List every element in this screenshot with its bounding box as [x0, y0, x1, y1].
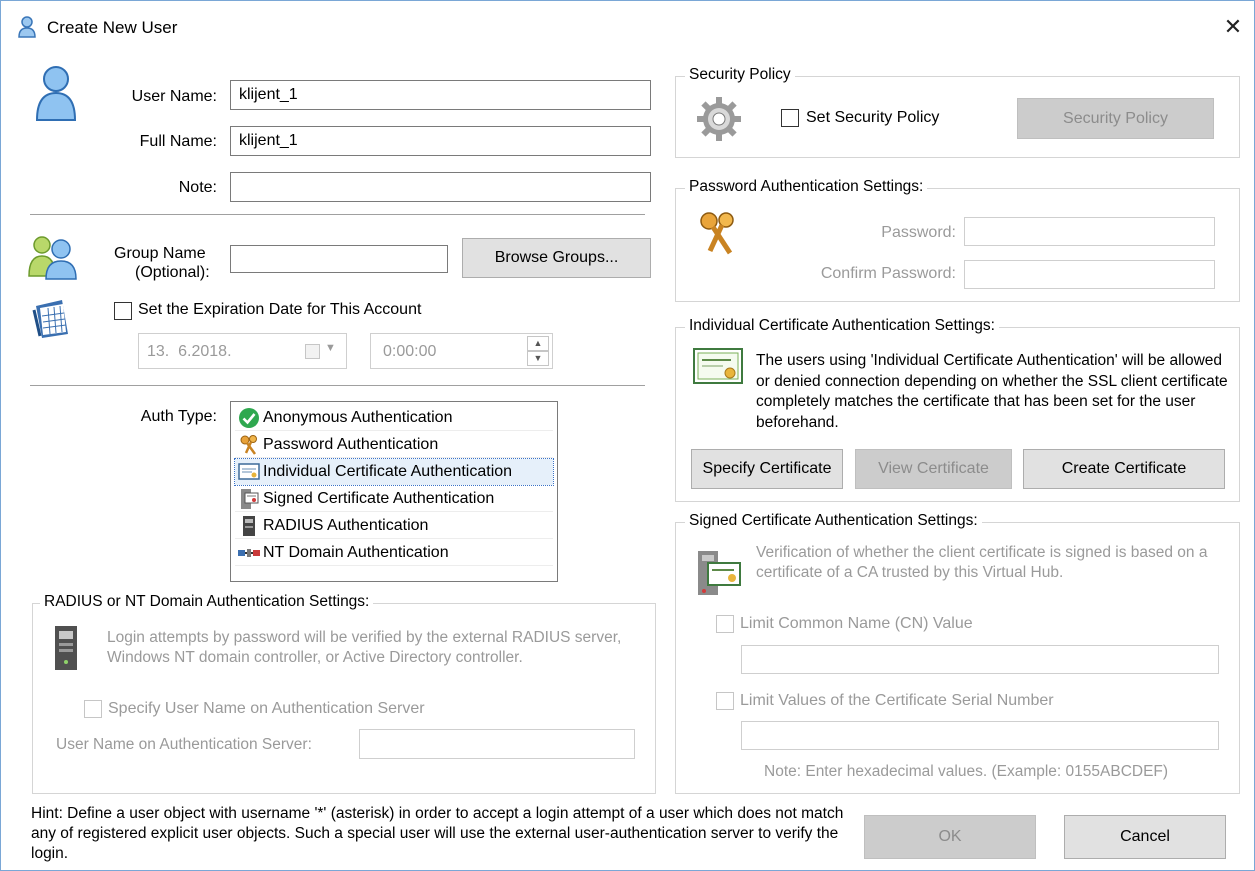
- full-name-input[interactable]: [230, 126, 651, 156]
- keys-icon: [237, 434, 261, 456]
- expiration-date-value: 13. 6.2018.: [147, 343, 232, 360]
- full-name-label: Full Name:: [139, 133, 217, 150]
- limit-serial-checkbox[interactable]: [716, 692, 734, 710]
- specify-certificate-button[interactable]: Specify Certificate: [691, 449, 843, 489]
- auth-option-radius[interactable]: RADIUS Authentication: [235, 513, 553, 539]
- auth-option-label: RADIUS Authentication: [263, 516, 429, 534]
- certificate-icon: [237, 461, 261, 483]
- expiration-time-picker[interactable]: 0:00:00 ▲ ▼: [370, 333, 553, 369]
- expiration-checkbox[interactable]: [114, 302, 132, 320]
- ok-button[interactable]: OK: [864, 815, 1036, 859]
- set-security-policy-label: Set Security Policy: [806, 109, 940, 126]
- group-optional-label: (Optional):: [135, 264, 210, 281]
- user-name-input[interactable]: [230, 80, 651, 110]
- gear-icon: [694, 96, 744, 142]
- security-policy-title: Security Policy: [685, 66, 795, 84]
- create-user-dialog: Create New User ✕ User Name: Full Name: …: [0, 0, 1255, 871]
- password-input[interactable]: [964, 217, 1215, 246]
- note-input[interactable]: [230, 172, 651, 202]
- separator: [30, 214, 645, 215]
- note-label: Note:: [178, 179, 217, 196]
- close-icon[interactable]: ✕: [1219, 13, 1247, 41]
- user-icon: [17, 15, 37, 39]
- auth-option-label: NT Domain Authentication: [263, 543, 449, 561]
- check-circle-icon: [237, 407, 261, 429]
- limit-serial-input[interactable]: [741, 721, 1219, 750]
- server-icon: [53, 625, 79, 671]
- chevron-down-icon: ▼: [325, 342, 336, 354]
- auth-option-signed-cert[interactable]: Signed Certificate Authentication: [235, 486, 553, 512]
- server-icon: [237, 515, 261, 537]
- signed-certificate-icon: [694, 549, 742, 597]
- hint-text: Hint: Define a user object with username…: [31, 805, 844, 862]
- specify-username-label: Specify User Name on Authentication Serv…: [108, 700, 425, 717]
- keys-icon: [696, 211, 742, 257]
- password-settings-title: Password Authentication Settings:: [685, 178, 928, 196]
- auth-server-username-label: User Name on Authentication Server:: [56, 736, 312, 753]
- auth-option-nt-domain[interactable]: NT Domain Authentication: [235, 540, 553, 566]
- auth-type-label: Auth Type:: [140, 408, 217, 425]
- password-label: Password:: [881, 224, 956, 241]
- view-certificate-button[interactable]: View Certificate: [855, 449, 1012, 489]
- auth-option-label: Individual Certificate Authentication: [263, 462, 513, 480]
- auth-option-label: Signed Certificate Authentication: [263, 489, 495, 507]
- certificate-icon: [693, 348, 743, 384]
- signed-certificate-icon: [237, 488, 261, 510]
- auth-option-individual-cert[interactable]: Individual Certificate Authentication: [234, 458, 554, 486]
- user-avatar-icon: [34, 63, 78, 123]
- confirm-password-label: Confirm Password:: [820, 265, 956, 282]
- individual-cert-description: The users using 'Individual Certificate …: [756, 352, 1228, 431]
- group-name-input[interactable]: [230, 245, 448, 273]
- signed-cert-description: Verification of whether the client certi…: [756, 544, 1208, 581]
- create-certificate-button[interactable]: Create Certificate: [1023, 449, 1225, 489]
- expiration-label: Set the Expiration Date for This Account: [138, 301, 422, 318]
- spin-up-icon[interactable]: ▲: [527, 336, 549, 351]
- set-security-policy-checkbox[interactable]: [781, 109, 799, 127]
- auth-option-anonymous[interactable]: Anonymous Authentication: [235, 405, 553, 431]
- auth-option-label: Password Authentication: [263, 435, 439, 453]
- limit-serial-label: Limit Values of the Certificate Serial N…: [740, 692, 1054, 709]
- cancel-button[interactable]: Cancel: [1064, 815, 1226, 859]
- window-title: Create New User: [47, 18, 178, 37]
- limit-cn-label: Limit Common Name (CN) Value: [740, 615, 973, 632]
- separator: [30, 385, 645, 386]
- individual-cert-title: Individual Certificate Authentication Se…: [685, 317, 999, 335]
- auth-option-password[interactable]: Password Authentication: [235, 432, 553, 458]
- confirm-password-input[interactable]: [964, 260, 1215, 289]
- auth-server-username-input[interactable]: [359, 729, 635, 759]
- expiration-date-picker[interactable]: 13. 6.2018. ▼: [138, 333, 347, 369]
- specify-username-checkbox[interactable]: [84, 700, 102, 718]
- spin-down-icon[interactable]: ▼: [527, 351, 549, 366]
- user-name-label: User Name:: [131, 88, 217, 105]
- auth-type-list[interactable]: Anonymous Authentication Password Authen…: [230, 401, 558, 582]
- network-icon: [237, 542, 261, 564]
- group-name-label: Group Name: [114, 245, 206, 262]
- calendar-dropdown-icon: [305, 344, 320, 359]
- browse-groups-button[interactable]: Browse Groups...: [462, 238, 651, 278]
- serial-note: Note: Enter hexadecimal values. (Example…: [764, 763, 1169, 780]
- limit-cn-input[interactable]: [741, 645, 1219, 674]
- group-icon: [28, 234, 78, 280]
- radius-settings-title: RADIUS or NT Domain Authentication Setti…: [40, 593, 374, 611]
- limit-cn-checkbox[interactable]: [716, 615, 734, 633]
- auth-option-label: Anonymous Authentication: [263, 408, 453, 426]
- expiration-time-value: 0:00:00: [383, 343, 437, 360]
- security-policy-button[interactable]: Security Policy: [1017, 98, 1214, 139]
- signed-cert-title: Signed Certificate Authentication Settin…: [685, 512, 982, 530]
- calendar-icon: [32, 296, 72, 340]
- radius-description: Login attempts by password will be verif…: [107, 629, 622, 666]
